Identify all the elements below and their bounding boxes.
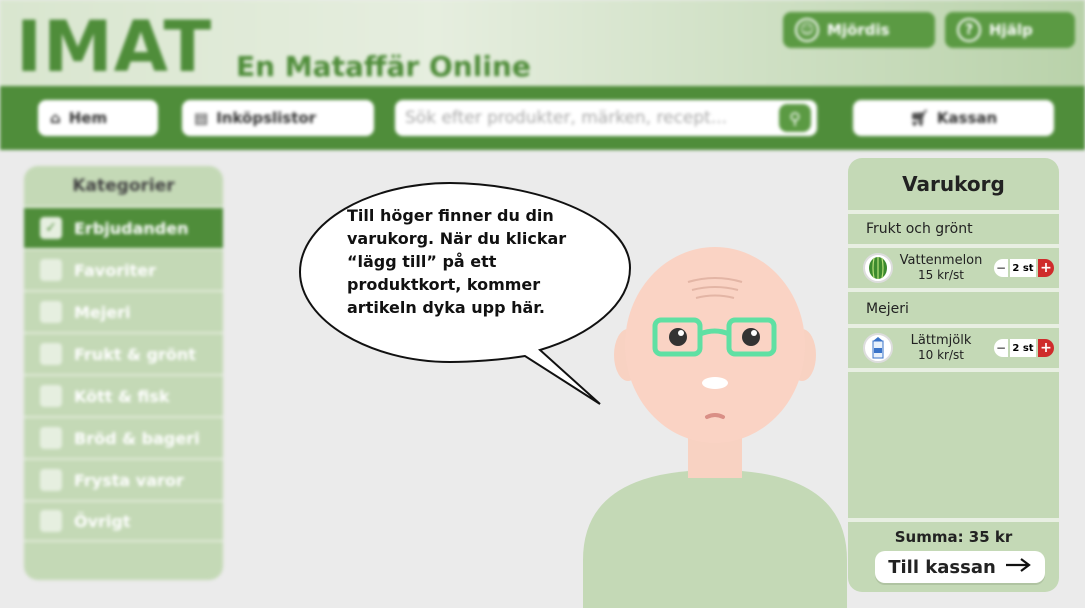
checkout-button[interactable]: Till kassan	[875, 551, 1045, 583]
speech-bubble-text: Till höger finner du din varukorg. När d…	[347, 206, 567, 317]
milk-carton-icon	[863, 333, 893, 363]
cart-item-name: Lättmjölk	[910, 333, 972, 348]
cart-group-title: Mejeri	[866, 301, 909, 317]
arrow-right-icon	[1004, 557, 1032, 578]
increase-button[interactable]: +	[1038, 339, 1054, 357]
character-mouth	[705, 413, 725, 419]
cart-title: Varukorg	[902, 172, 1005, 196]
cart-group-title: Frukt och grönt	[866, 221, 973, 237]
character-nose	[702, 377, 728, 389]
cart-item-name: Vattenmelon	[899, 253, 983, 268]
checkout-label: Till kassan	[888, 556, 996, 578]
quantity-value[interactable]: 2 st	[1010, 259, 1036, 277]
cart-item-info: Lättmjölk 10 kr/st	[893, 333, 989, 363]
decrease-button[interactable]: −	[994, 259, 1008, 277]
quantity-stepper: − 2 st +	[994, 259, 1054, 277]
character-body	[583, 470, 847, 608]
watermelon-icon	[863, 253, 893, 283]
cart-item: Vattenmelon 15 kr/st − 2 st +	[858, 250, 1054, 286]
cart-total: Summa: 35 kr	[894, 528, 1013, 546]
decrease-button[interactable]: −	[994, 339, 1008, 357]
divider	[848, 368, 1059, 372]
divider	[848, 324, 1059, 328]
cart-panel: Varukorg Frukt och grönt Vattenmelon 15 …	[848, 158, 1059, 592]
divider	[848, 518, 1059, 522]
increase-button[interactable]: +	[1038, 259, 1054, 277]
cart-item-price: 10 kr/st	[918, 348, 964, 362]
quantity-value[interactable]: 2 st	[1010, 339, 1036, 357]
cart-item-info: Vattenmelon 15 kr/st	[893, 253, 989, 283]
divider	[848, 288, 1059, 292]
divider	[848, 244, 1059, 248]
cart-item-price: 15 kr/st	[918, 268, 964, 282]
cart-item: Lättmjölk 10 kr/st − 2 st +	[858, 330, 1054, 366]
quantity-stepper: − 2 st +	[994, 339, 1054, 357]
